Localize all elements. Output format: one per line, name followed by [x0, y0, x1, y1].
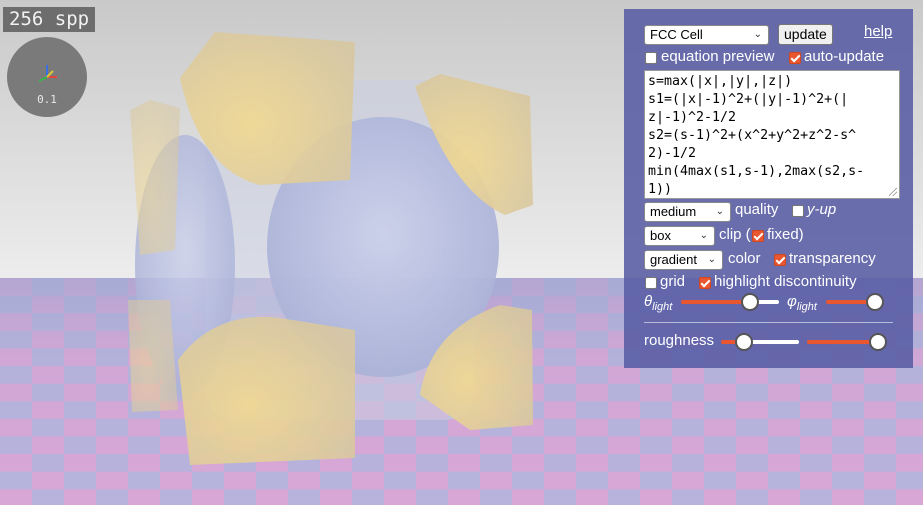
quality-select[interactable]: medium ⌄ [644, 202, 731, 222]
axes-gizmo[interactable]: 0.1 [7, 37, 87, 117]
highlight-discontinuity-label: highlight discontinuity [714, 273, 857, 290]
equation-line: z|-1)^2-1/2 [648, 110, 737, 125]
equation-preview-label: equation preview [661, 48, 775, 65]
phi-subscript: light [796, 301, 817, 313]
preset-select-value: FCC Cell [650, 27, 703, 42]
equation-line: 2)-1/2 [648, 146, 697, 161]
grid-checkbox[interactable] [645, 277, 657, 289]
slider-handle[interactable] [869, 333, 888, 351]
roughness-secondary-slider[interactable] [807, 333, 888, 351]
chevron-down-icon: ⌄ [699, 230, 708, 241]
chevron-down-icon: ⌄ [707, 254, 716, 265]
preset-select[interactable]: FCC Cell ⌄ [644, 25, 769, 45]
transparency-label: transparency [789, 250, 876, 267]
phi-symbol: φ [787, 293, 797, 310]
quality-select-value: medium [650, 204, 697, 219]
theta-symbol: θ [644, 293, 653, 310]
equation-line: s2=(s-1)^2+(x^2+y^2+z^2-s^ [648, 128, 857, 143]
clip-label: clip ( [719, 226, 751, 243]
equation-line: min(4max(s1,s-1),2max(s2,s- [648, 164, 865, 179]
chevron-down-icon: ⌄ [753, 29, 762, 40]
color-label: color [728, 250, 761, 267]
slider-handle[interactable] [735, 333, 754, 351]
auto-update-checkbox[interactable] [789, 52, 801, 64]
resize-grip-icon[interactable] [889, 188, 897, 196]
equation-line: s=max(|x|,|y|,|z|) [648, 74, 793, 89]
clip-select[interactable]: box ⌄ [644, 226, 715, 246]
clip-fixed-label: fixed) [767, 226, 804, 243]
chevron-down-icon: ⌄ [715, 206, 724, 217]
theta-subscript: light [652, 301, 673, 313]
color-select-value: gradient [650, 252, 697, 267]
equation-preview-checkbox[interactable] [645, 52, 657, 64]
quality-label: quality [735, 201, 779, 218]
theta-light-label: θlight [644, 293, 672, 316]
axes-scale-label: 0.1 [37, 93, 57, 106]
auto-update-label: auto-update [804, 48, 885, 65]
y-up-label: y-up [807, 201, 837, 218]
clip-select-value: box [650, 228, 671, 243]
highlight-discontinuity-checkbox[interactable] [699, 277, 711, 289]
phi-light-slider[interactable] [826, 293, 885, 311]
control-panel: FCC Cell ⌄ update help equation preview … [624, 9, 913, 368]
phi-light-label: φlight [787, 293, 817, 316]
slider-handle[interactable] [866, 293, 885, 311]
help-link[interactable]: help [864, 23, 892, 40]
roughness-slider[interactable] [721, 333, 799, 351]
equation-line: s1=(|x|-1)^2+(|y|-1)^2+(| [648, 92, 849, 107]
transparency-checkbox[interactable] [774, 254, 786, 266]
equation-line: 1)) [648, 182, 673, 197]
panel-divider [644, 322, 893, 323]
equation-editor[interactable]: s=max(|x|,|y|,|z|) s1=(|x|-1)^2+(|y|-1)^… [644, 70, 900, 199]
update-button[interactable]: update [778, 24, 833, 45]
roughness-label: roughness [644, 332, 715, 349]
slider-handle[interactable] [740, 293, 759, 311]
clip-fixed-checkbox[interactable] [752, 230, 764, 242]
y-up-checkbox[interactable] [792, 205, 804, 217]
samples-per-pixel-counter: 256 spp [3, 7, 96, 32]
theta-light-slider[interactable] [681, 293, 779, 311]
grid-label: grid [660, 273, 686, 290]
color-select[interactable]: gradient ⌄ [644, 250, 723, 270]
